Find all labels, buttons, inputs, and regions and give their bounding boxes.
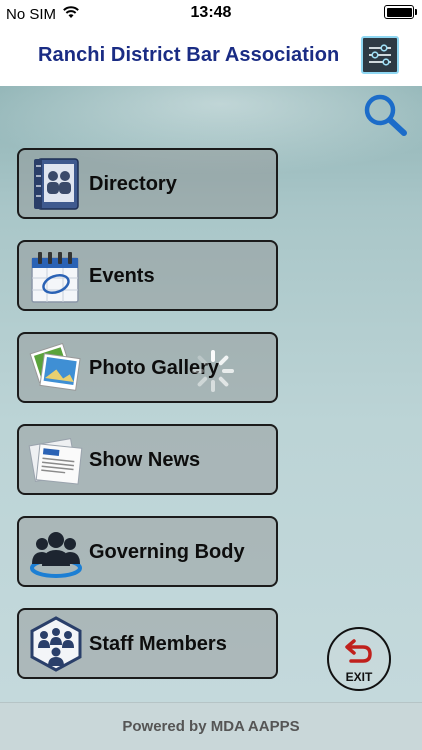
- main-content: Directory Events Photo Gallery Show News…: [0, 86, 422, 702]
- sliders-icon: [369, 44, 391, 66]
- app-header: Ranchi District Bar Association: [0, 28, 422, 86]
- exit-label: EXIT: [345, 670, 373, 684]
- app-title: Ranchi District Bar Association: [38, 44, 340, 66]
- menu-item-governing-body[interactable]: Governing Body: [17, 516, 278, 587]
- menu-item-label: Governing Body: [89, 541, 245, 563]
- menu-item-directory[interactable]: Directory: [17, 148, 278, 219]
- group-icon: [28, 524, 84, 580]
- calendar-icon: [28, 248, 84, 304]
- menu-item-label: Events: [89, 265, 155, 287]
- clock: 13:48: [190, 4, 232, 21]
- menu-item-show-news[interactable]: Show News: [17, 424, 278, 495]
- search-button[interactable]: [360, 91, 410, 139]
- menu-item-events[interactable]: Events: [17, 240, 278, 311]
- menu-item-label: Show News: [89, 449, 201, 471]
- magnifier-icon: [364, 94, 407, 136]
- battery-icon: [384, 5, 417, 19]
- back-arrow-icon: [345, 639, 372, 663]
- battery-indicator: [384, 5, 417, 19]
- menu-item-label: Staff Members: [89, 633, 227, 655]
- menu-item-staff-members[interactable]: Staff Members: [17, 608, 278, 679]
- menu-item-photo-gallery[interactable]: Photo Gallery: [17, 332, 278, 403]
- settings-button[interactable]: [361, 36, 399, 74]
- footer-text: Powered by MDA AAPPS: [122, 718, 300, 735]
- photos-icon: [28, 340, 84, 396]
- footer: Powered by MDA AAPPS: [0, 702, 422, 750]
- menu-item-label: Directory: [89, 173, 177, 195]
- status-bar: No SIM 13:48: [0, 0, 422, 28]
- newspaper-icon: [28, 432, 84, 488]
- battery-fill: [386, 7, 412, 17]
- loading-spinner: [190, 348, 236, 394]
- address-book-icon: [28, 156, 84, 212]
- team-hexagon-icon: [28, 616, 84, 672]
- exit-button[interactable]: EXIT: [327, 627, 391, 691]
